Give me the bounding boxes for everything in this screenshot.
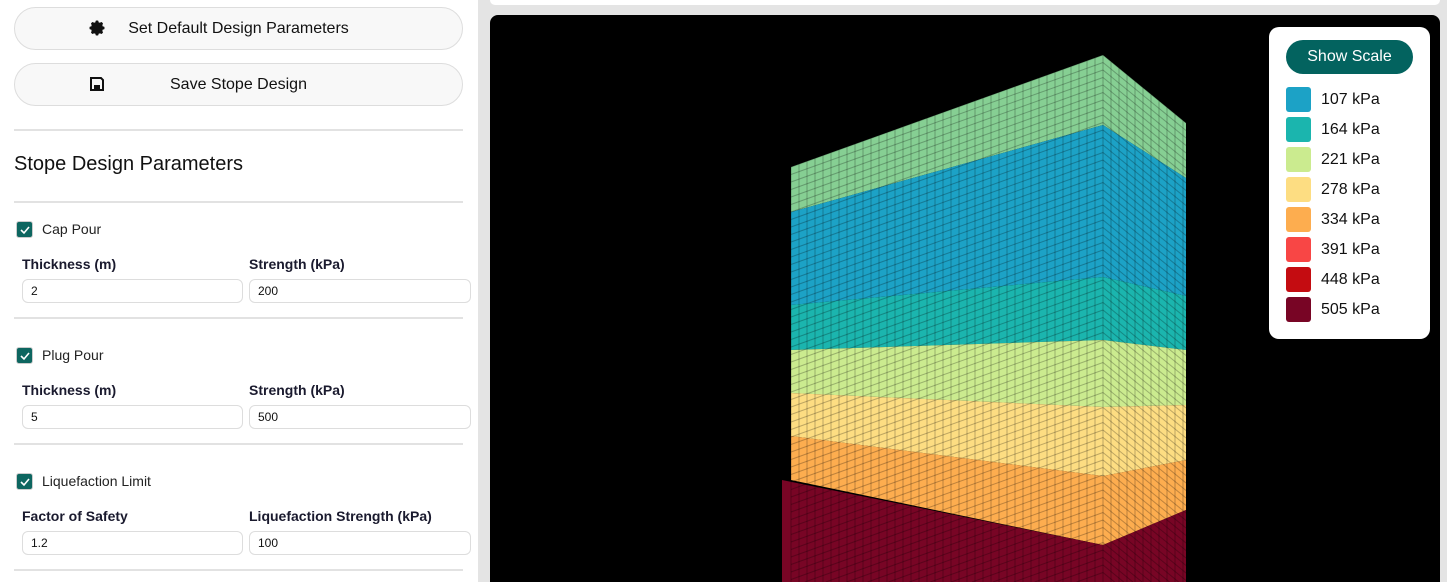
liquefaction-limit-label: Liquefaction Limit — [42, 473, 151, 489]
legend-swatch — [1286, 117, 1311, 142]
cap-strength-input[interactable]: 200 — [249, 279, 471, 303]
legend-label: 278 kPa — [1321, 181, 1380, 198]
factor-of-safety-input[interactable]: 1.2 — [22, 531, 243, 555]
set-default-label: Set Default Design Parameters — [128, 20, 349, 37]
check-icon — [20, 352, 30, 361]
field-label: Strength (kPa) — [249, 256, 345, 272]
legend-label: 107 kPa — [1321, 91, 1380, 108]
cap-pour-label: Cap Pour — [42, 221, 102, 237]
liquefaction-limit-section: Liquefaction Limit Factor of Safety Liqu… — [14, 473, 474, 557]
divider — [14, 129, 463, 131]
plug-pour-label: Plug Pour — [42, 347, 104, 363]
legend-label: 221 kPa — [1321, 151, 1380, 168]
legend-swatch — [1286, 87, 1311, 112]
save-label: Save Stope Design — [170, 76, 307, 93]
liquefaction-strength-input[interactable]: 100 — [249, 531, 471, 555]
legend-label: 164 kPa — [1321, 121, 1380, 138]
divider — [14, 201, 463, 203]
cap-pour-section: Cap Pour Thickness (m) Strength (kPa) 2 … — [14, 221, 474, 305]
legend-swatch — [1286, 237, 1311, 262]
set-default-parameters-button[interactable]: Set Default Design Parameters — [14, 7, 463, 50]
legend-swatch — [1286, 267, 1311, 292]
legend-swatch — [1286, 177, 1311, 202]
plug-thickness-input[interactable]: 5 — [22, 405, 243, 429]
legend-label: 505 kPa — [1321, 301, 1380, 318]
top-bar — [490, 0, 1440, 5]
check-icon — [20, 226, 30, 235]
divider — [14, 569, 463, 571]
plug-pour-checkbox[interactable] — [16, 347, 33, 364]
divider — [14, 317, 463, 319]
legend-swatch — [1286, 207, 1311, 232]
show-scale-button[interactable]: Show Scale — [1286, 40, 1413, 74]
field-label: Strength (kPa) — [249, 382, 345, 398]
legend-swatch — [1286, 297, 1311, 322]
check-icon — [20, 478, 30, 487]
field-label: Thickness (m) — [22, 382, 117, 398]
cap-pour-checkbox[interactable] — [16, 221, 33, 238]
section-title: Stope Design Parameters — [14, 153, 244, 175]
plug-pour-section: Plug Pour Thickness (m) Strength (kPa) 5… — [14, 347, 474, 431]
parameters-panel: Set Default Design Parameters Save Stope… — [0, 0, 478, 582]
divider — [14, 443, 463, 445]
field-label: Thickness (m) — [22, 256, 117, 272]
3d-stope-viewer[interactable]: Show Scale 107 kPa 164 kPa 221 kPa 278 kPa 3… — [490, 15, 1440, 582]
save-stope-design-button[interactable]: Save Stope Design — [14, 63, 463, 106]
plug-strength-input[interactable]: 500 — [249, 405, 471, 429]
field-label: Liquefaction Strength (kPa) — [249, 508, 432, 524]
legend-label: 334 kPa — [1321, 211, 1380, 228]
strength-legend: Show Scale 107 kPa 164 kPa 221 kPa 278 kPa 3… — [1269, 27, 1430, 339]
cap-thickness-input[interactable]: 2 — [22, 279, 243, 303]
liquefaction-limit-checkbox[interactable] — [16, 473, 33, 490]
field-label: Factor of Safety — [22, 508, 128, 524]
legend-label: 448 kPa — [1321, 271, 1380, 288]
legend-swatch — [1286, 147, 1311, 172]
legend-label: 391 kPa — [1321, 241, 1380, 258]
